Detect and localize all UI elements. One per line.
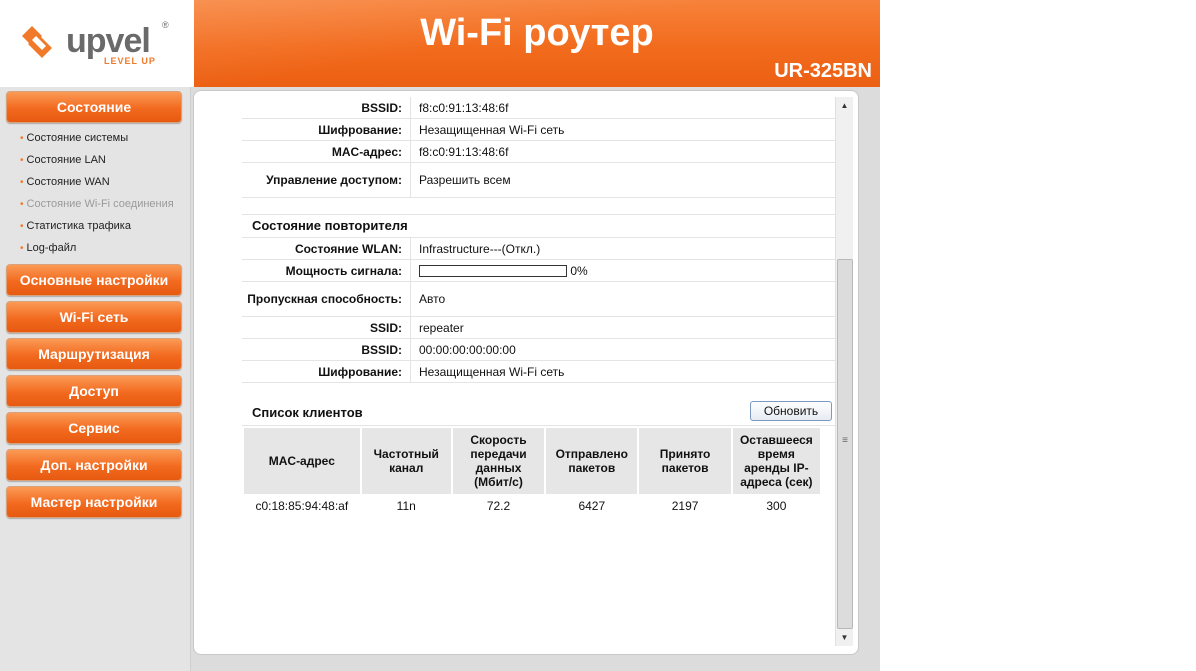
scroll-grip-icon: ≡ — [842, 435, 848, 446]
field-label: Управление доступом: — [242, 162, 411, 198]
sidebar-item-label: Состояние Wi-Fi соединения — [26, 198, 174, 210]
field-value: 00:00:00:00:00:00 — [410, 338, 836, 361]
field-value: Незащищенная Wi-Fi сеть — [410, 118, 836, 141]
logo-tagline: LEVEL UP — [104, 56, 156, 66]
repeater-table: Состояние WLAN: Infrastructure---(Откл.)… — [242, 238, 836, 383]
column-header-channel: Частотный канал — [361, 428, 451, 494]
field-value: f8:c0:91:13:48:6f — [410, 140, 836, 163]
content-panel: BSSID: f8:c0:91:13:48:6f Шифрование: Нез… — [193, 90, 859, 655]
bullet-icon: • — [20, 177, 24, 188]
clients-table: MAC-адрес Частотный канал Скорость перед… — [242, 426, 822, 518]
field-label: BSSID: — [242, 97, 411, 119]
upvel-logo-icon — [22, 26, 52, 58]
table-row: c0:18:85:94:48:af 11n 72.2 6427 2197 300 — [244, 496, 820, 516]
menu-button-status[interactable]: Состояние — [6, 91, 182, 123]
model-name: UR-325BN — [774, 60, 872, 82]
sidebar-item-label: Log-файл — [26, 242, 77, 254]
field-label: Пропускная способность: — [242, 281, 411, 317]
column-header-rate: Скорость передачи данных (Мбит/с) — [452, 428, 545, 494]
cell-lease-time: 300 — [766, 499, 787, 513]
signal-percent: 0% — [570, 263, 588, 278]
header-banner: Wi-Fi роутер UR-325BN — [194, 0, 880, 87]
table-row: Управление доступом: Разрешить всем — [242, 162, 836, 198]
sidebar-item-label: Состояние WAN — [26, 176, 110, 188]
menu-button-wifi[interactable]: Wi-Fi сеть — [6, 301, 182, 333]
cell-rx-packets: 2197 — [671, 499, 699, 513]
table-header-row: MAC-адрес Частотный канал Скорость перед… — [244, 428, 820, 494]
field-label: Мощность сигнала: — [242, 259, 411, 282]
cell-channel: 11n — [396, 499, 416, 513]
sidebar-item-wifi-status[interactable]: • Состояние Wi-Fi соединения — [20, 198, 174, 210]
field-value: Infrastructure---(Откл.) — [410, 238, 836, 260]
logo-registered-mark: ® — [162, 20, 169, 30]
table-row: Пропускная способность: Авто — [242, 281, 836, 317]
page-title: Wi-Fi роутер — [420, 12, 654, 54]
table-row: BSSID: f8:c0:91:13:48:6f — [242, 97, 836, 119]
table-row: Шифрование: Незащищенная Wi-Fi сеть — [242, 360, 836, 383]
header: upvel ® LEVEL UP Wi-Fi роутер UR-325BN — [0, 0, 880, 87]
clients-header: Список клиентов Обновить — [242, 399, 836, 426]
table-row: BSSID: 00:00:00:00:00:00 — [242, 338, 836, 361]
menu-button-basic-settings[interactable]: Основные настройки — [6, 264, 182, 296]
cell-tx-packets: 6427 — [578, 499, 606, 513]
bullet-icon: • — [20, 243, 24, 254]
menu-button-routing[interactable]: Маршрутизация — [6, 338, 182, 370]
clients-section-title: Список клиентов — [252, 405, 363, 420]
menu-button-service[interactable]: Сервис — [6, 412, 182, 444]
column-header-lease-time: Оставшееся время аренды IP-адреса (сек) — [732, 428, 820, 494]
field-label: BSSID: — [242, 338, 411, 361]
vertical-scrollbar[interactable]: ▲ ≡ ▼ — [835, 97, 853, 646]
table-row: Состояние WLAN: Infrastructure---(Откл.) — [242, 238, 836, 260]
logo: upvel ® LEVEL UP — [0, 0, 194, 87]
column-header-tx-packets: Отправлено пакетов — [546, 428, 638, 494]
sidebar: Состояние • Состояние системы • Состояние … — [0, 87, 191, 671]
column-header-rx-packets: Принято пакетов — [639, 428, 731, 494]
sidebar-item-label: Состояние LAN — [26, 154, 106, 166]
field-label: MAC-адрес: — [242, 140, 411, 163]
ap-info-table: BSSID: f8:c0:91:13:48:6f Шифрование: Нез… — [242, 97, 836, 198]
table-row: Мощность сигнала: 0% — [242, 259, 836, 282]
scroll-thumb[interactable]: ≡ — [837, 259, 853, 629]
menu-button-access[interactable]: Доступ — [6, 375, 182, 407]
field-value: Незащищенная Wi-Fi сеть — [410, 360, 836, 383]
bullet-icon: • — [20, 199, 24, 210]
column-header-mac: MAC-адрес — [244, 428, 360, 494]
menu-button-wizard[interactable]: Мастер настройки — [6, 486, 182, 518]
sidebar-item-lan-status[interactable]: • Состояние LAN — [20, 154, 106, 166]
field-value: f8:c0:91:13:48:6f — [410, 97, 836, 119]
cell-rate: 72.2 — [486, 499, 511, 513]
sidebar-item-label: Состояние системы — [26, 132, 129, 144]
bullet-icon: • — [20, 133, 24, 144]
signal-progress-bar — [419, 265, 567, 278]
sidebar-item-log-file[interactable]: • Log-файл — [20, 242, 76, 254]
spacer — [242, 198, 836, 215]
field-value: Разрешить всем — [410, 162, 836, 198]
refresh-button[interactable]: Обновить — [750, 401, 832, 421]
bullet-icon: • — [20, 221, 24, 232]
field-label: Шифрование: — [242, 118, 411, 141]
sidebar-item-label: Статистика трафика — [26, 220, 131, 232]
scroll-up-arrow-icon[interactable]: ▲ — [836, 97, 853, 114]
table-row: MAC-адрес: f8:c0:91:13:48:6f — [242, 140, 836, 163]
table-row: SSID: repeater — [242, 316, 836, 339]
sidebar-item-wan-status[interactable]: • Состояние WAN — [20, 176, 110, 188]
sidebar-item-traffic-stats[interactable]: • Статистика трафика — [20, 220, 131, 232]
scroll-down-arrow-icon[interactable]: ▼ — [836, 629, 853, 646]
bullet-icon: • — [20, 155, 24, 166]
field-value: Авто — [410, 281, 836, 317]
field-label: Шифрование: — [242, 360, 411, 383]
cell-mac: c0:18:85:94:48:af — [255, 499, 349, 513]
menu-button-advanced[interactable]: Доп. настройки — [6, 449, 182, 481]
sidebar-item-system-status[interactable]: • Состояние системы — [20, 132, 128, 144]
field-label: Состояние WLAN: — [242, 238, 411, 260]
field-label: SSID: — [242, 316, 411, 339]
repeater-section-title: Состояние повторителя — [242, 215, 836, 238]
field-value: repeater — [410, 316, 836, 339]
scroll-area: BSSID: f8:c0:91:13:48:6f Шифрование: Нез… — [242, 97, 836, 654]
signal-strength-cell: 0% — [410, 259, 836, 282]
table-row: Шифрование: Незащищенная Wi-Fi сеть — [242, 118, 836, 141]
